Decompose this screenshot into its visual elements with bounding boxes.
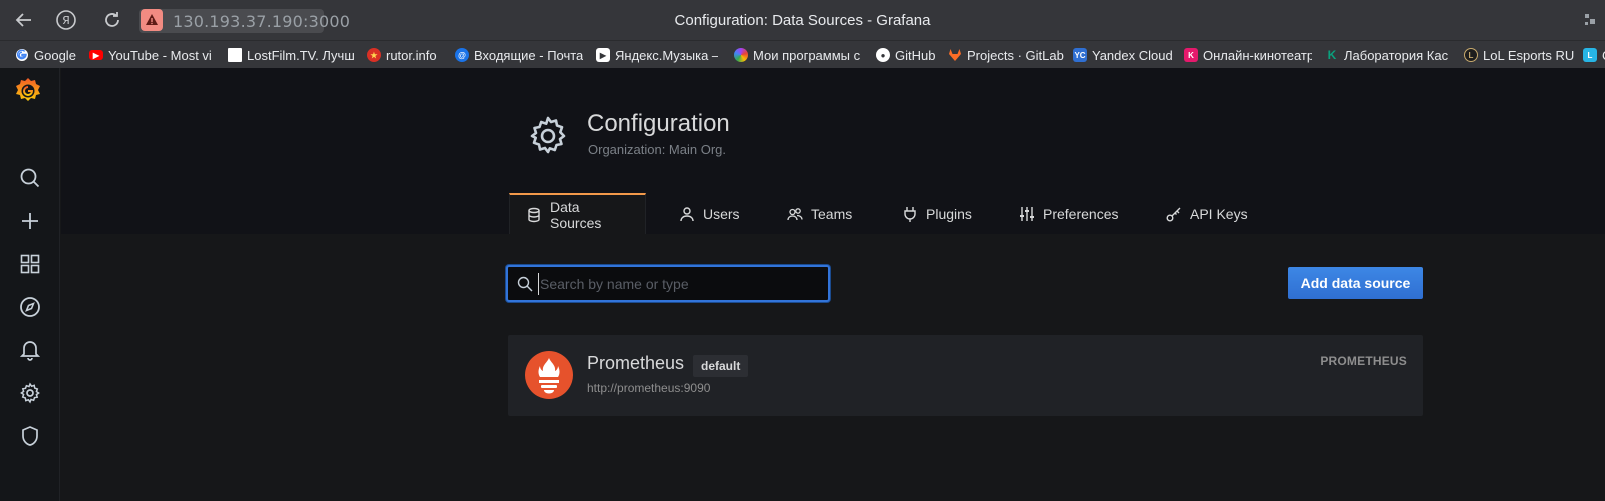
search-icon[interactable] [18, 166, 42, 190]
gear-icon [530, 116, 566, 154]
bookmark-label: GitHub [895, 47, 936, 63]
tab-data-sources[interactable]: Data Sources [509, 193, 646, 234]
shield-icon[interactable] [18, 424, 42, 448]
bookmark-rutor[interactable]: ★ rutor.info [367, 46, 437, 64]
programs-icon [734, 48, 748, 62]
tab-preferences[interactable]: Preferences [1003, 193, 1134, 234]
page-title: Configuration: Data Sources - Grafana [674, 12, 931, 29]
bookmark-label: Лаборатория Кас [1344, 47, 1449, 63]
database-icon [528, 207, 540, 222]
extension-icon[interactable] [1583, 12, 1597, 28]
tab-label: Plugins [926, 205, 972, 222]
bookmark-label: Yandex Cloud [1092, 47, 1173, 63]
bookmark-icon: L [1583, 48, 1597, 62]
datasource-type: PROMETHEUS [1320, 354, 1407, 368]
bookmark-label: Яндекс.Музыка — [615, 47, 718, 63]
grafana-logo[interactable] [13, 76, 43, 106]
tab-label: Preferences [1043, 205, 1119, 222]
bookmark-label: LoL Esports RU [1483, 47, 1575, 63]
search-field[interactable] [506, 265, 830, 302]
bookmark-label: Мои программы с [753, 47, 861, 63]
search-input[interactable] [538, 273, 818, 295]
tab-teams[interactable]: Teams [771, 193, 868, 234]
bookmark-label: YouTube - Most vi [108, 47, 212, 63]
datasource-name[interactable]: Prometheus [587, 353, 684, 374]
add-data-source-button[interactable]: Add data source [1288, 267, 1423, 299]
bookmark-kaspersky[interactable]: K Лаборатория Кас [1325, 46, 1453, 64]
page-heading: Configuration [587, 110, 730, 137]
bookmark-programs[interactable]: Мои программы с [734, 46, 862, 64]
bookmark-youtube[interactable]: ▶ YouTube - Most vi [89, 46, 217, 64]
kinopoisk-icon: K [1184, 48, 1198, 62]
google-icon [16, 49, 28, 61]
apps-icon[interactable] [18, 252, 42, 276]
kaspersky-icon: K [1327, 48, 1337, 62]
users-icon [787, 207, 803, 220]
lol-icon: L [1464, 48, 1478, 62]
bookmark-mail[interactable]: @ Входящие - Почта [455, 46, 583, 64]
search-icon [517, 276, 533, 292]
tab-label: Users [703, 205, 740, 222]
bookmark-label: Входящие - Почта [474, 47, 583, 63]
tab-api-keys[interactable]: API Keys [1150, 193, 1264, 234]
bookmark-github[interactable]: ● GitHub [876, 46, 935, 64]
default-badge: default [693, 355, 749, 377]
tab-users[interactable]: Users [663, 193, 756, 234]
plug-icon [904, 206, 916, 222]
datasource-url: http://prometheus:9090 [587, 381, 711, 395]
prometheus-logo-icon [525, 351, 573, 399]
tab-label: Teams [811, 205, 853, 222]
gear-icon[interactable] [18, 381, 42, 405]
tab-label: Data Sources [550, 198, 602, 231]
bookmark-label: rutor.info [386, 47, 437, 63]
bookmarks-bar: Google ▶ YouTube - Most vi LostFilm.TV. … [0, 40, 1605, 68]
lostfilm-icon [228, 48, 242, 62]
tab-plugins[interactable]: Plugins [886, 193, 988, 234]
yandex-cloud-icon: YC [1073, 48, 1087, 62]
bookmark-yandex-cloud[interactable]: YC Yandex Cloud [1073, 46, 1173, 64]
music-icon: ▶ [596, 48, 610, 62]
grafana-sidemenu [0, 68, 60, 501]
bookmark-label: Google [34, 47, 76, 63]
bookmark-kinopoisk[interactable]: K Онлайн-кинотеатр [1184, 46, 1312, 64]
bookmark-gitlab[interactable]: Projects · GitLab [948, 46, 1064, 64]
bookmark-lol[interactable]: L LoL Esports RU [1464, 46, 1574, 64]
youtube-icon: ▶ [89, 50, 103, 60]
gitlab-icon [949, 49, 961, 61]
bookmark-label: LostFilm.TV. Лучш [247, 47, 355, 63]
key-icon [1166, 207, 1181, 221]
compass-icon[interactable] [18, 295, 42, 319]
github-icon: ● [876, 48, 890, 62]
browser-titlebar: Я 130.193.37.190:3000 Configuration: Dat… [0, 0, 1605, 40]
rutor-icon: ★ [367, 48, 381, 62]
bookmark-overflow[interactable]: L C [1583, 46, 1605, 64]
plus-icon[interactable] [18, 209, 42, 233]
bookmark-lostfilm[interactable]: LostFilm.TV. Лучш [228, 46, 356, 64]
tab-label: API Keys [1190, 205, 1248, 222]
bookmark-label: Projects · GitLab [967, 47, 1064, 63]
mail-icon: @ [455, 48, 469, 62]
bookmark-music[interactable]: ▶ Яндекс.Музыка — [596, 46, 718, 64]
page-subheading: Organization: Main Org. [588, 142, 727, 157]
bell-icon[interactable] [18, 338, 42, 362]
sliders-icon [1020, 206, 1034, 221]
bookmark-label: Онлайн-кинотеатр [1203, 47, 1312, 63]
bookmark-google[interactable]: Google [15, 46, 76, 64]
user-icon [680, 206, 694, 221]
datasource-card[interactable]: Prometheus default http://prometheus:909… [508, 335, 1423, 416]
